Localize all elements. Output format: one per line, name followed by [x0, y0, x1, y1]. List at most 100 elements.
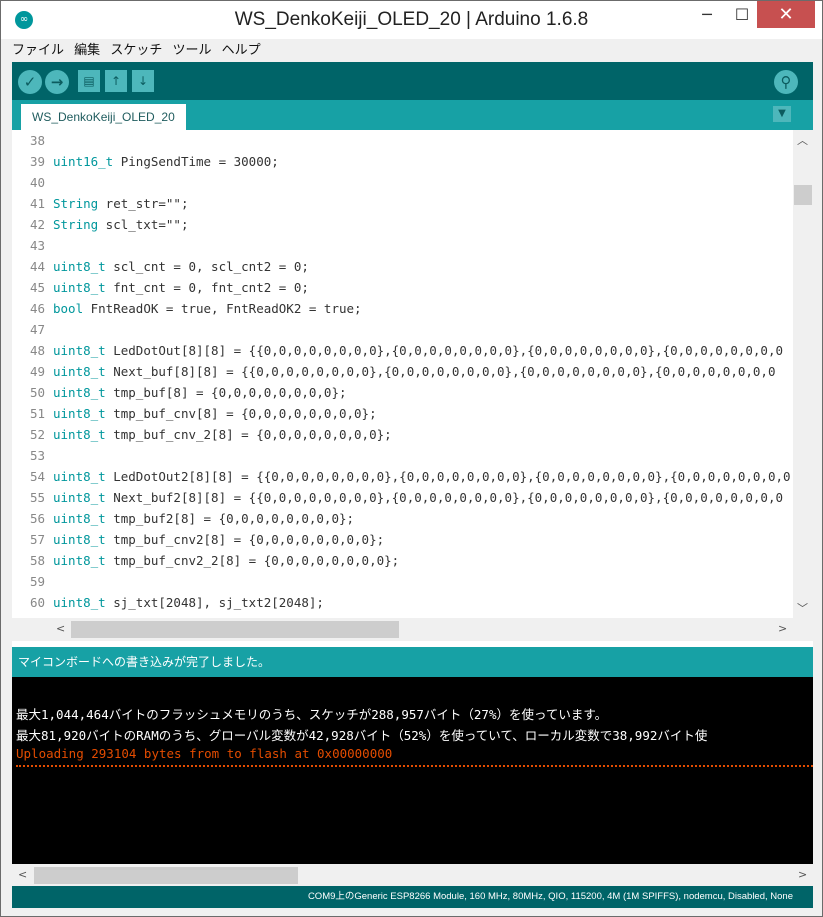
line-number: 57: [29, 532, 45, 547]
code-line[interactable]: 56 uint8_t tmp_buf2[8] = {0,0,0,0,0,0,0,0…: [12, 508, 791, 529]
code-text: tmp_buf_cnv2_2[8] = {0,0,0,0,0,0,0,0};: [105, 553, 400, 568]
type-keyword: uint8_t: [53, 553, 106, 568]
line-number: 46: [29, 301, 45, 316]
close-button[interactable]: ✕: [757, 1, 815, 28]
scroll-right-icon[interactable]: >: [778, 622, 787, 635]
code-text: scl_txt="";: [98, 217, 189, 232]
code-text: tmp_buf_cnv2[8] = {0,0,0,0,0,0,0,0};: [105, 532, 385, 547]
line-number: 38: [29, 133, 45, 148]
line-number: 42: [29, 217, 45, 232]
verify-button[interactable]: ✓: [18, 70, 42, 94]
code-text: ret_str="";: [98, 196, 189, 211]
code-line[interactable]: 38: [12, 130, 791, 151]
new-sketch-button[interactable]: ▤: [78, 70, 100, 92]
code-text: sj_txt[2048], sj_txt2[2048];: [105, 595, 324, 610]
console-horizontal-scrollbar[interactable]: < >: [12, 864, 813, 886]
tab-menu-arrow-icon[interactable]: ▼: [773, 106, 791, 122]
type-keyword: uint8_t: [53, 259, 106, 274]
code-text: LedDotOut[8][8] = {{0,0,0,0,0,0,0,0},{0,…: [105, 343, 783, 358]
menu-file[interactable]: ファイル: [12, 41, 64, 61]
line-number: 56: [29, 511, 45, 526]
scroll-left-icon[interactable]: <: [56, 622, 65, 635]
code-line[interactable]: 39 uint16_t PingSendTime = 30000;: [12, 151, 791, 172]
code-line[interactable]: 48 uint8_t LedDotOut[8][8] = {{0,0,0,0,0,…: [12, 340, 791, 361]
code-line[interactable]: 51 uint8_t tmp_buf_cnv[8] = {0,0,0,0,0,0,…: [12, 403, 791, 424]
code-editor[interactable]: 38 39 uint16_t PingSendTime = 30000; 40 41 St…: [12, 130, 793, 618]
code-text: tmp_buf_cnv[8] = {0,0,0,0,0,0,0,0};: [105, 406, 377, 421]
type-keyword: uint8_t: [53, 595, 106, 610]
scroll-down-icon[interactable]: ﹀: [797, 600, 808, 616]
arduino-ide-window: ∞ WS_DenkoKeiji_OLED_20 | Arduino 1.6.8 …: [0, 0, 823, 917]
code-line[interactable]: 54 uint8_t LedDotOut2[8][8] = {{0,0,0,0,0…: [12, 466, 791, 487]
line-number: 50: [29, 385, 45, 400]
console-line: 最大81,920バイトのRAMのうち、グローバル変数が42,928バイト（52%…: [16, 728, 708, 743]
upload-button[interactable]: →: [45, 70, 69, 94]
line-number: 55: [29, 490, 45, 505]
type-keyword: uint8_t: [53, 364, 106, 379]
code-text: tmp_buf_cnv_2[8] = {0,0,0,0,0,0,0,0};: [105, 427, 392, 442]
editor-horizontal-scrollbar[interactable]: < >: [12, 618, 813, 640]
scroll-right-icon[interactable]: >: [798, 868, 807, 881]
editor-vertical-scrollbar[interactable]: ︿ ﹀: [793, 130, 813, 618]
type-keyword: uint8_t: [53, 406, 106, 421]
menu-help[interactable]: ヘルプ: [222, 41, 261, 61]
line-number: 59: [29, 574, 45, 589]
horizontal-scroll-thumb[interactable]: [71, 621, 399, 638]
code-line[interactable]: 41 String ret_str="";: [12, 193, 791, 214]
menu-edit[interactable]: 編集: [74, 41, 100, 61]
code-line[interactable]: 43: [12, 235, 791, 256]
code-line[interactable]: 60 uint8_t sj_txt[2048], sj_txt2[2048];: [12, 592, 791, 613]
status-message: マイコンボードへの書き込みが完了しました。: [12, 647, 813, 677]
code-line[interactable]: 50 uint8_t tmp_buf[8] = {0,0,0,0,0,0,0,0}…: [12, 382, 791, 403]
line-number: 40: [29, 175, 45, 190]
line-number: 43: [29, 238, 45, 253]
code-line[interactable]: 47: [12, 319, 791, 340]
console-scroll-thumb[interactable]: [34, 867, 298, 884]
line-number: 58: [29, 553, 45, 568]
vertical-scroll-thumb[interactable]: [794, 185, 812, 205]
code-line[interactable]: 52 uint8_t tmp_buf_cnv_2[8] = {0,0,0,0,0,…: [12, 424, 791, 445]
type-keyword: uint8_t: [53, 490, 106, 505]
type-keyword: String: [53, 196, 99, 211]
code-line[interactable]: 44 uint8_t scl_cnt = 0, scl_cnt2 = 0;: [12, 256, 791, 277]
code-text: Next_buf[8][8] = {{0,0,0,0,0,0,0,0},{0,0…: [105, 364, 776, 379]
line-number: 54: [29, 469, 45, 484]
console-output[interactable]: 最大1,044,464バイトのフラッシュメモリのうち、スケッチが288,957バ…: [12, 677, 813, 864]
console-upload-line: Uploading 293104 bytes from to flash at …: [16, 746, 393, 761]
code-line[interactable]: 53: [12, 445, 791, 466]
open-button[interactable]: ↑: [105, 70, 127, 92]
line-number: 44: [29, 259, 45, 274]
code-line[interactable]: 58 uint8_t tmp_buf_cnv2_2[8] = {0,0,0,0,0…: [12, 550, 791, 571]
code-line[interactable]: 46 bool FntReadOK = true, FntReadOK2 = tr…: [12, 298, 791, 319]
board-info-footer: COM9上のGeneric ESP8266 Module, 160 MHz, 8…: [12, 886, 813, 908]
menu-bar: ファイル 編集 スケッチ ツール ヘルプ: [12, 41, 812, 61]
code-line[interactable]: 55 uint8_t Next_buf2[8][8] = {{0,0,0,0,0,…: [12, 487, 791, 508]
tab-sketch[interactable]: WS_DenkoKeiji_OLED_20: [21, 104, 186, 130]
code-line[interactable]: 49 uint8_t Next_buf[8][8] = {{0,0,0,0,0,0…: [12, 361, 791, 382]
scroll-left-icon[interactable]: <: [18, 868, 27, 881]
scroll-up-icon[interactable]: ︿: [797, 132, 808, 148]
type-keyword: uint8_t: [53, 343, 106, 358]
code-line[interactable]: 59: [12, 571, 791, 592]
code-text: PingSendTime = 30000;: [113, 154, 279, 169]
code-line[interactable]: 42 String scl_txt="";: [12, 214, 791, 235]
title-bar[interactable]: ∞ WS_DenkoKeiji_OLED_20 | Arduino 1.6.8 …: [1, 1, 822, 39]
serial-monitor-button[interactable]: ⚲: [774, 70, 798, 94]
type-keyword: uint8_t: [53, 427, 106, 442]
code-line[interactable]: 40: [12, 172, 791, 193]
line-number: 48: [29, 343, 45, 358]
code-text: scl_cnt = 0, scl_cnt2 = 0;: [105, 259, 309, 274]
line-number: 45: [29, 280, 45, 295]
line-number: 39: [29, 154, 45, 169]
type-keyword: uint8_t: [53, 385, 106, 400]
code-line[interactable]: 45 uint8_t fnt_cnt = 0, fnt_cnt2 = 0;: [12, 277, 791, 298]
tab-bar: WS_DenkoKeiji_OLED_20 ▼: [12, 100, 813, 130]
save-button[interactable]: ↓: [132, 70, 154, 92]
code-text: LedDotOut2[8][8] = {{0,0,0,0,0,0,0,0},{0…: [105, 469, 791, 484]
code-line[interactable]: 57 uint8_t tmp_buf_cnv2[8] = {0,0,0,0,0,0…: [12, 529, 791, 550]
menu-sketch[interactable]: スケッチ: [110, 41, 162, 61]
type-keyword: bool: [53, 301, 84, 316]
menu-tools[interactable]: ツール: [172, 41, 211, 61]
line-number: 52: [29, 427, 45, 442]
line-number: 41: [29, 196, 45, 211]
